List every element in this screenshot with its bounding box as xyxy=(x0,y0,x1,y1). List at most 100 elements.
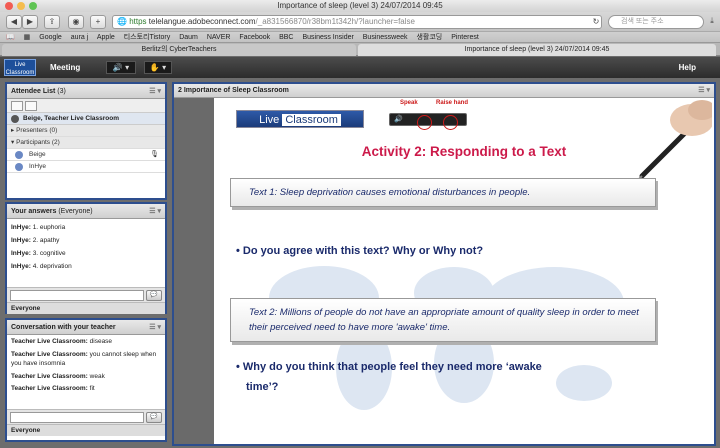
conversation-audience-tab[interactable]: Everyone xyxy=(7,424,165,436)
raise-hand-highlight-ring xyxy=(443,115,458,130)
raise-hand-annotation: Raise hand xyxy=(436,100,469,106)
zoom-window-button[interactable] xyxy=(29,2,37,10)
send-message-button[interactable]: 💬 xyxy=(146,290,162,301)
text1-box: Text 1: Sleep deprivation causes emotion… xyxy=(230,178,656,207)
bookmark-google[interactable]: Google xyxy=(39,34,62,41)
presenters-label: Presenters (0) xyxy=(16,127,58,134)
raise-hand-icon[interactable]: ✋ ▾ xyxy=(144,61,172,74)
presenters-group[interactable]: ▸ Presenters (0) xyxy=(7,125,165,137)
attendee-count: (3) xyxy=(57,88,66,95)
url-bar[interactable]: 🌐 https telelangue.adobeconnect.com/_a83… xyxy=(112,15,602,29)
tab-importance-of-sleep[interactable]: Importance of sleep (level 3) 24/07/2014… xyxy=(358,44,716,56)
answers-input-row: 💬 xyxy=(7,287,165,302)
list-item: Teacher Live Classroom: you cannot sleep… xyxy=(11,350,157,368)
toolbar-illustration: 🔊 xyxy=(389,113,467,130)
add-bookmark-icon[interactable]: + xyxy=(90,15,106,29)
participants-label: Participants (2) xyxy=(16,139,60,146)
participant-name: InHye xyxy=(29,163,46,170)
connect-menubar: Live Classroom Meeting 🔊 ▾ ✋ ▾ Help xyxy=(0,57,720,78)
bookmark-aura[interactable]: aura j xyxy=(71,34,89,41)
share-pod-header: 2 Importance of Sleep Classroom ☰ ▾ xyxy=(174,84,714,98)
answers-list: InHye: 1. euphoria InHye: 2. apathy InHy… xyxy=(7,219,165,287)
attendee-pod: Attendee List (3) ☰ ▾ Beige, Teacher Liv… xyxy=(5,82,167,200)
bookmark-businessweek[interactable]: Businessweek xyxy=(363,34,408,41)
hand-with-pen-image xyxy=(638,100,712,178)
help-menu[interactable]: Help xyxy=(679,57,696,78)
history-icon[interactable]: ◉ xyxy=(68,15,84,29)
pod-options-icon[interactable]: ☰ ▾ xyxy=(698,84,710,98)
speaker-icon[interactable]: 🔊 ▾ xyxy=(106,61,136,74)
forward-icon[interactable]: ▶ xyxy=(22,15,38,29)
answers-input[interactable] xyxy=(10,290,144,301)
speaker-icon: 🔊 xyxy=(394,116,403,123)
conversation-title: Conversation with your teacher xyxy=(11,324,116,331)
back-icon[interactable]: ◀ xyxy=(6,15,22,29)
app-window: Importance of sleep (level 3) 24/07/2014… xyxy=(0,0,720,448)
pod-options-icon[interactable]: ☰ ▾ xyxy=(149,84,161,99)
participant-name: Beige xyxy=(29,151,46,158)
speak-annotation: Speak xyxy=(400,100,418,106)
live-classroom-slide-logo: Live Classroom xyxy=(236,110,364,128)
attendee-title: Attendee List xyxy=(11,88,56,95)
share-icon[interactable]: ⇪ xyxy=(44,15,60,29)
bookmark-apple[interactable]: Apple xyxy=(97,34,115,41)
live-classroom-logo: Live Classroom xyxy=(4,59,36,76)
bookmark-daum[interactable]: Daum xyxy=(179,34,198,41)
top-sites-icon[interactable]: ▦ xyxy=(24,34,31,41)
microphone-icon: 🎙 xyxy=(150,151,159,158)
list-item: InHye: 4. deprivation xyxy=(11,263,72,270)
download-icon[interactable]: ⤓ xyxy=(706,15,718,29)
answers-audience-tab[interactable]: Everyone xyxy=(7,302,165,314)
participant-row[interactable]: Beige 🎙 xyxy=(7,149,165,161)
minimize-window-button[interactable] xyxy=(17,2,25,10)
reload-icon[interactable]: ↻ xyxy=(590,16,602,28)
pod-options-icon[interactable]: ☰ ▾ xyxy=(149,320,161,335)
send-message-button[interactable]: 💬 xyxy=(146,412,162,423)
left-column: Attendee List (3) ☰ ▾ Beige, Teacher Liv… xyxy=(5,82,167,446)
bookmark-business-insider[interactable]: Business Insider xyxy=(302,34,353,41)
question-1: • Do you agree with this text? Why or Wh… xyxy=(236,245,484,257)
bookmark-pinterest[interactable]: Pinterest xyxy=(451,34,479,41)
host-row[interactable]: Beige, Teacher Live Classroom xyxy=(7,113,165,125)
answers-pod: Your answers (Everyone) ☰ ▾ InHye: 1. eu… xyxy=(5,202,167,314)
window-titlebar: Importance of sleep (level 3) 24/07/2014… xyxy=(0,0,720,12)
host-icon xyxy=(11,115,19,123)
tab-label: Importance of sleep (level 3) 24/07/2014… xyxy=(464,46,610,53)
bookmark-tistory[interactable]: 티스토리Tistory xyxy=(124,34,171,41)
share-content-area: Live Classroom Speak Raise hand 🔊 Activi… xyxy=(174,98,714,444)
tab-berlitz[interactable]: Berlitz의 CyberTeachers xyxy=(2,44,356,56)
reading-list-icon[interactable]: 📖 xyxy=(6,34,15,41)
share-title: 2 Importance of Sleep Classroom xyxy=(178,87,289,94)
bookmark-naver[interactable]: NAVER xyxy=(207,34,231,41)
presentation-slide: Live Classroom Speak Raise hand 🔊 Activi… xyxy=(214,98,714,444)
list-item: InHye: 2. apathy xyxy=(11,237,60,244)
participant-row[interactable]: InHye xyxy=(7,161,165,173)
question-2-line2: time’? xyxy=(246,381,279,393)
participants-group[interactable]: ▾ Participants (2) xyxy=(7,137,165,149)
conversation-pod-header: Conversation with your teacher ☰ ▾ xyxy=(7,320,165,335)
close-window-button[interactable] xyxy=(5,2,13,10)
list-view-icon[interactable] xyxy=(11,101,23,111)
conversation-input[interactable] xyxy=(10,412,144,423)
bookmark-bbc[interactable]: BBC xyxy=(279,34,293,41)
conversation-pod: Conversation with your teacher ☰ ▾ Teach… xyxy=(5,318,167,442)
attendee-view-toolbar xyxy=(7,99,165,113)
status-view-icon[interactable] xyxy=(25,101,37,111)
meeting-menu[interactable]: Meeting xyxy=(50,57,80,78)
tab-label: Berlitz의 CyberTeachers xyxy=(141,46,217,53)
answers-scope: (Everyone) xyxy=(58,208,93,215)
tab-strip: Berlitz의 CyberTeachers Importance of sle… xyxy=(0,43,720,56)
browser-toolbar: ◀ ▶ ⇪ ◉ + 🌐 https telelangue.adobeconnec… xyxy=(0,12,720,32)
list-item: Teacher Live Classroom: fit xyxy=(11,385,95,392)
search-field[interactable]: 검색 또는 주소 xyxy=(608,15,704,29)
url-host: telelangue.adobeconnect.com xyxy=(148,17,256,26)
participant-icon xyxy=(15,163,23,171)
host-name: Beige, Teacher Live Classroom xyxy=(23,115,119,122)
url-scheme: https xyxy=(129,17,147,26)
activity-title: Activity 2: Responding to a Text xyxy=(361,144,567,159)
window-controls xyxy=(5,2,37,10)
bookmark-facebook[interactable]: Facebook xyxy=(239,34,270,41)
list-item: Teacher Live Classroom: weak xyxy=(11,372,105,380)
bookmark-saenghwal[interactable]: 생활코딩 xyxy=(416,34,442,41)
pod-options-icon[interactable]: ☰ ▾ xyxy=(149,204,161,219)
